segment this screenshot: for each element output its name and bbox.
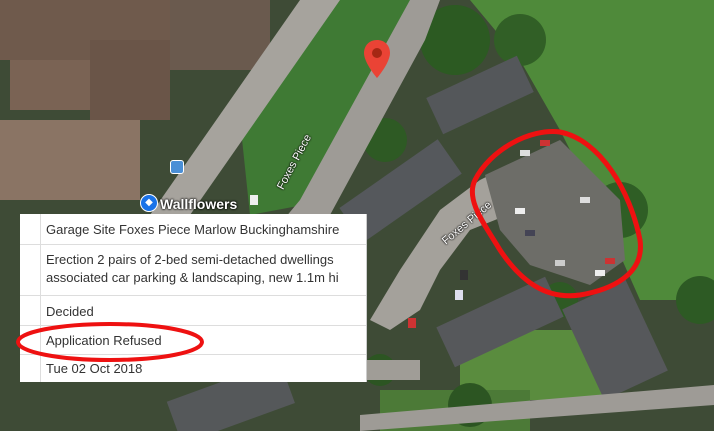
proposal-line-1: Erection 2 pairs of 2-bed semi-detached … bbox=[46, 252, 334, 267]
shopping-bag-icon[interactable]: ◆ bbox=[140, 194, 158, 212]
proposal-row: Erection 2 pairs of 2-bed semi-detached … bbox=[20, 245, 366, 296]
date-value: Tue 02 Oct 2018 bbox=[46, 361, 143, 376]
bus-stop-icon[interactable] bbox=[170, 160, 184, 174]
decision-row: Application Refused bbox=[20, 326, 366, 355]
poi-label[interactable]: Wallflowers bbox=[160, 196, 237, 212]
proposal-line-2: associated car parking & landscaping, ne… bbox=[46, 270, 339, 285]
address-row: Garage Site Foxes Piece Marlow Buckingha… bbox=[20, 214, 366, 245]
status-value: Decided bbox=[46, 304, 94, 319]
decision-value: Application Refused bbox=[46, 333, 162, 348]
date-row: Tue 02 Oct 2018 bbox=[20, 355, 366, 382]
application-details-panel: Garage Site Foxes Piece Marlow Buckingha… bbox=[20, 214, 367, 382]
address-value: Garage Site Foxes Piece Marlow Buckingha… bbox=[46, 222, 340, 237]
status-row: Decided bbox=[20, 296, 366, 326]
map-pin-icon[interactable] bbox=[364, 40, 390, 78]
